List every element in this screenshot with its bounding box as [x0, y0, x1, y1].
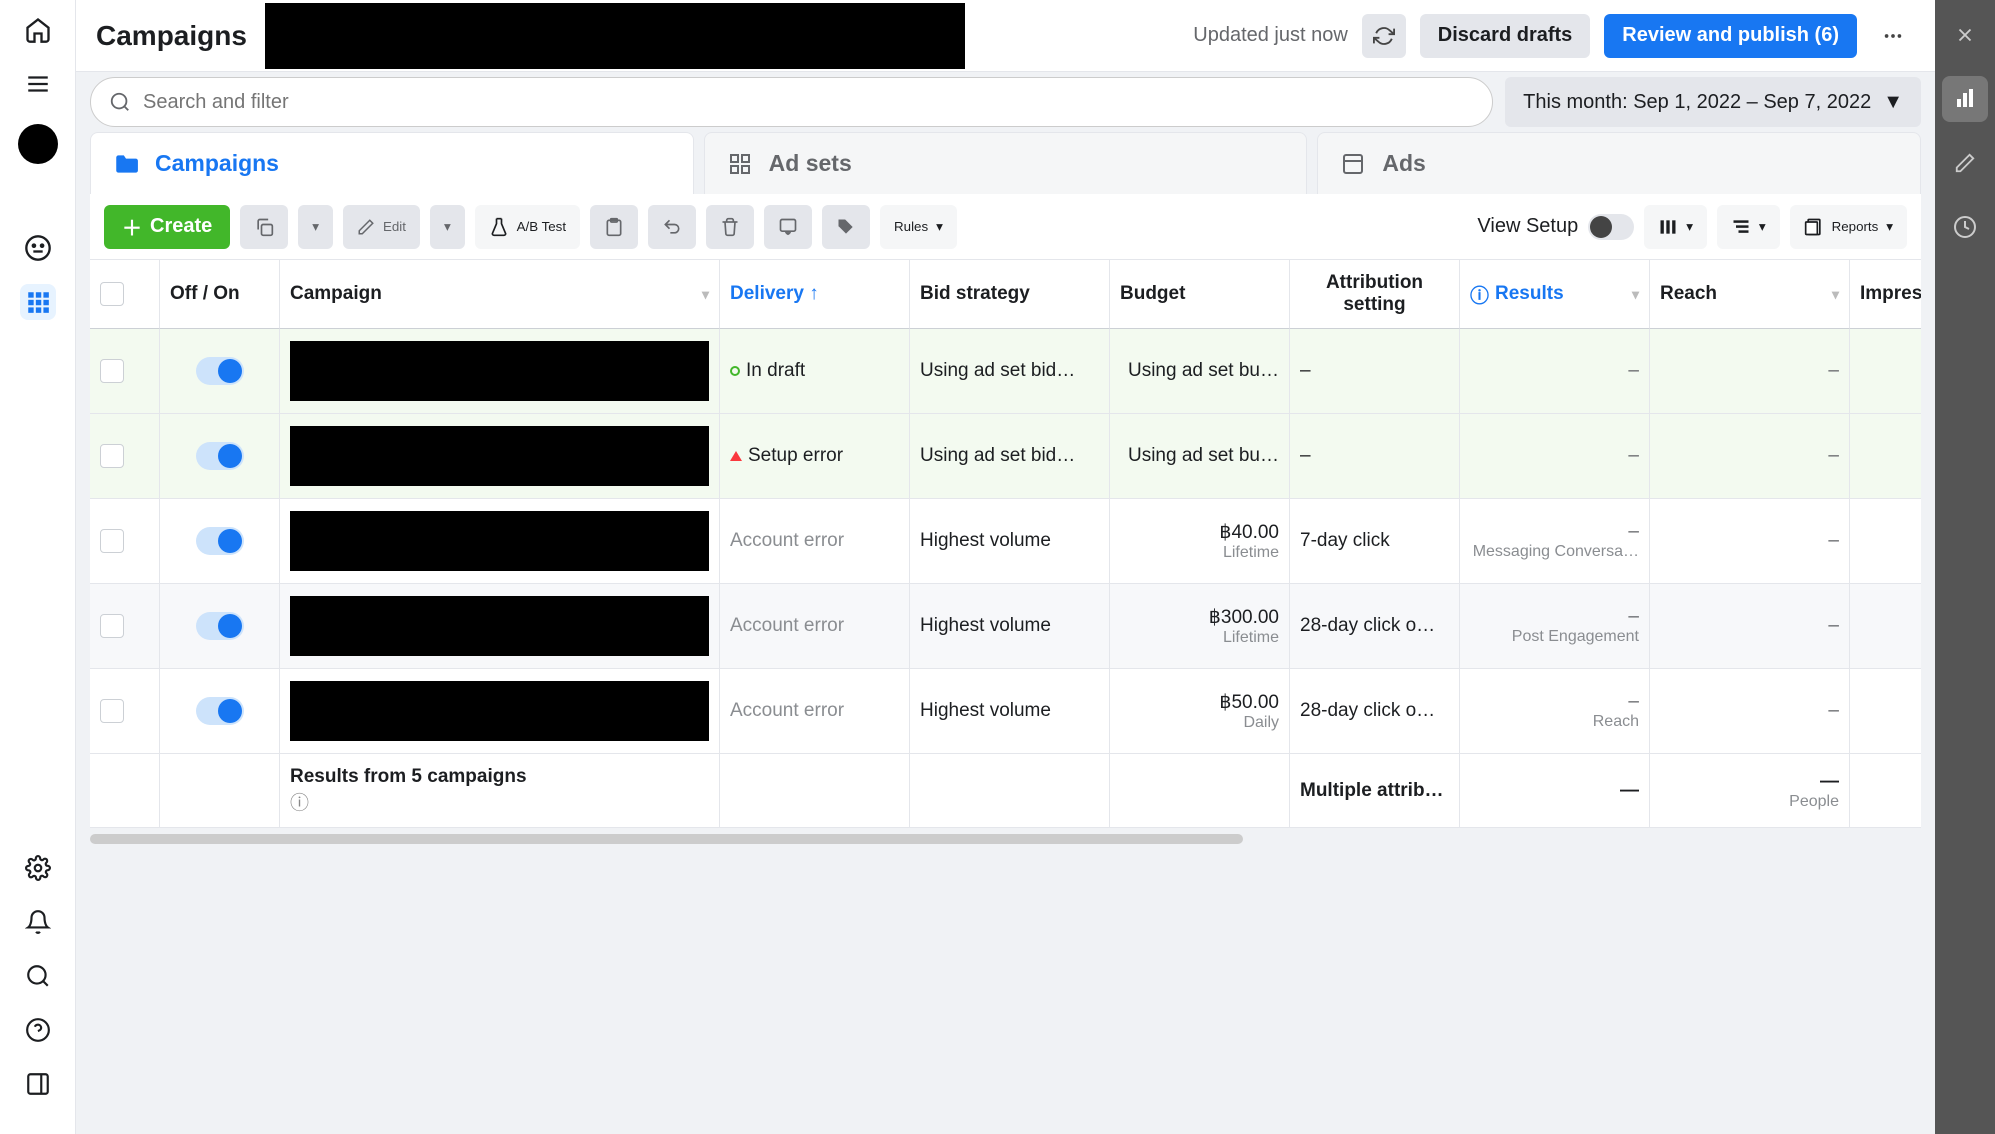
- charts-icon[interactable]: [1942, 76, 1988, 122]
- plus-icon: ＋: [122, 212, 142, 241]
- campaigns-table: Off / OnCampaign▾Delivery ↑Bid strategyB…: [90, 260, 1921, 828]
- edit-dropdown[interactable]: ▾: [430, 205, 465, 249]
- horizontal-scrollbar[interactable]: [90, 834, 1243, 844]
- tab-ads[interactable]: Ads: [1317, 132, 1921, 194]
- menu-icon[interactable]: [20, 66, 56, 102]
- view-setup-toggle[interactable]: View Setup: [1477, 214, 1634, 240]
- chevron-down-icon: ▼: [1883, 91, 1903, 114]
- reports-label: Reports: [1832, 219, 1879, 234]
- abtest-label: A/B Test: [517, 219, 566, 234]
- row-checkbox[interactable]: [100, 614, 124, 638]
- left-nav: [0, 0, 76, 1134]
- breakdown-button[interactable]: ▾: [1717, 205, 1780, 249]
- tag-button[interactable]: [822, 205, 870, 249]
- object-tabs: Campaigns Ad sets Ads: [76, 132, 1935, 194]
- updated-text: Updated just now: [1193, 24, 1348, 47]
- search-row: This month: Sep 1, 2022 – Sep 7, 2022 ▼: [76, 72, 1935, 132]
- home-icon[interactable]: [20, 12, 56, 48]
- campaign-name-redacted[interactable]: [290, 341, 709, 401]
- right-panel-bar: [1935, 0, 1995, 1134]
- tab-campaigns-label: Campaigns: [155, 150, 279, 177]
- toggle-knob[interactable]: [1588, 214, 1634, 240]
- create-label: Create: [150, 215, 212, 238]
- campaign-name-redacted[interactable]: [290, 511, 709, 571]
- abtest-button[interactable]: A/B Test: [475, 205, 580, 249]
- delete-button[interactable]: [706, 205, 754, 249]
- reports-button[interactable]: Reports ▾: [1790, 205, 1907, 249]
- edit-panel-icon[interactable]: [1942, 140, 1988, 186]
- tab-ads-label: Ads: [1382, 150, 1425, 177]
- panel-icon[interactable]: [20, 1066, 56, 1102]
- edit-button[interactable]: Edit: [343, 205, 420, 249]
- folder-icon: [111, 149, 141, 179]
- columns-button[interactable]: ▾: [1644, 205, 1707, 249]
- search-icon: [109, 91, 131, 113]
- toggle-switch[interactable]: [196, 442, 244, 470]
- ad-icon: [1338, 149, 1368, 179]
- more-button[interactable]: [1871, 14, 1915, 58]
- search-input[interactable]: [143, 91, 1474, 114]
- edit-label: Edit: [383, 219, 406, 234]
- ads-manager-icon[interactable]: [20, 284, 56, 320]
- redacted-account-selector[interactable]: [265, 3, 965, 69]
- toggle-switch[interactable]: [196, 527, 244, 555]
- history-icon[interactable]: [1942, 204, 1988, 250]
- duplicate-button[interactable]: [240, 205, 288, 249]
- select-all-checkbox[interactable]: [100, 282, 124, 306]
- topbar: Campaigns Updated just now Discard draft…: [76, 0, 1935, 72]
- grid-icon: [725, 149, 755, 179]
- row-checkbox[interactable]: [100, 444, 124, 468]
- toolbar: ＋ Create ▾ Edit ▾ A/B Test: [90, 194, 1921, 260]
- help-icon[interactable]: [20, 1012, 56, 1048]
- toggle-switch[interactable]: [196, 697, 244, 725]
- toggle-switch[interactable]: [196, 357, 244, 385]
- tab-adsets[interactable]: Ad sets: [704, 132, 1308, 194]
- settings-icon[interactable]: [20, 850, 56, 886]
- search-filter-box[interactable]: [90, 77, 1493, 127]
- view-setup-label: View Setup: [1477, 215, 1578, 238]
- rules-button[interactable]: Rules ▾: [880, 205, 957, 249]
- close-panel-icon[interactable]: [1942, 12, 1988, 58]
- tab-adsets-label: Ad sets: [769, 150, 852, 177]
- undo-button[interactable]: [648, 205, 696, 249]
- campaign-name-redacted[interactable]: [290, 681, 709, 741]
- create-button[interactable]: ＋ Create: [104, 205, 230, 249]
- page-title: Campaigns: [96, 20, 247, 52]
- account-avatar[interactable]: [18, 124, 58, 164]
- refresh-button[interactable]: [1362, 14, 1406, 58]
- discard-drafts-button[interactable]: Discard drafts: [1420, 14, 1591, 58]
- campaign-name-redacted[interactable]: [290, 596, 709, 656]
- date-range-label: This month: Sep 1, 2022 – Sep 7, 2022: [1523, 91, 1871, 114]
- row-checkbox[interactable]: [100, 529, 124, 553]
- rules-label: Rules: [894, 219, 928, 234]
- campaign-name-redacted[interactable]: [290, 426, 709, 486]
- review-publish-button[interactable]: Review and publish (6): [1604, 14, 1857, 58]
- tab-campaigns[interactable]: Campaigns: [90, 132, 694, 194]
- emoji-icon[interactable]: [20, 230, 56, 266]
- search-nav-icon[interactable]: [20, 958, 56, 994]
- duplicate-dropdown[interactable]: ▾: [298, 205, 333, 249]
- bell-icon[interactable]: [20, 904, 56, 940]
- export-button[interactable]: [764, 205, 812, 249]
- row-checkbox[interactable]: [100, 699, 124, 723]
- row-checkbox[interactable]: [100, 359, 124, 383]
- copy-button[interactable]: [590, 205, 638, 249]
- chevron-down-icon: ▾: [936, 219, 943, 235]
- toggle-switch[interactable]: [196, 612, 244, 640]
- main-area: Campaigns Updated just now Discard draft…: [76, 0, 1935, 1134]
- date-range-picker[interactable]: This month: Sep 1, 2022 – Sep 7, 2022 ▼: [1505, 77, 1921, 127]
